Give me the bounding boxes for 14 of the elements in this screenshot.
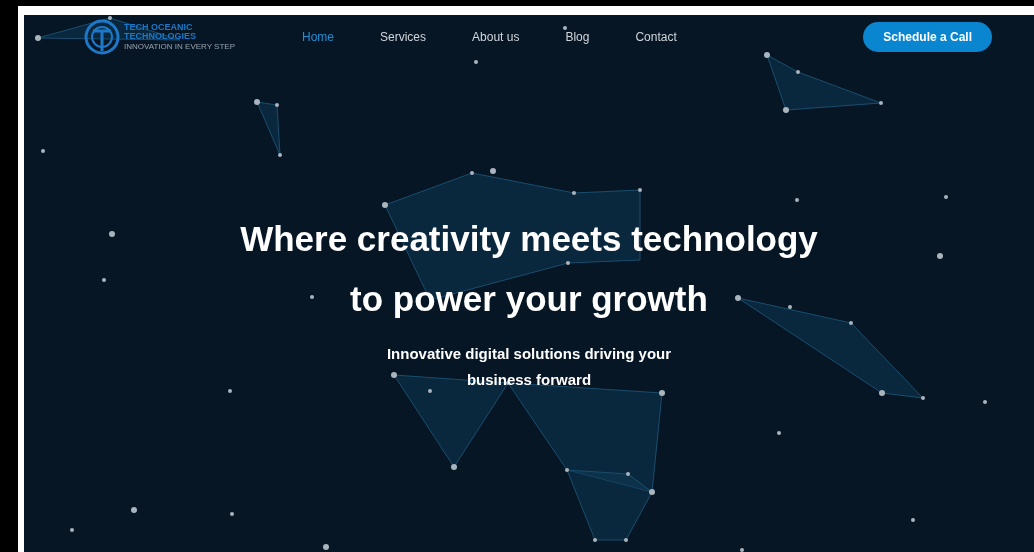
logo-tagline: INNOVATION IN EVERY STEP xyxy=(124,42,235,51)
nav-link[interactable]: Blog xyxy=(565,28,590,46)
logo-icon xyxy=(84,19,120,55)
nav-link[interactable]: About us xyxy=(472,28,520,46)
logo-name: TECH OCEANIC xyxy=(124,23,194,32)
nav-link[interactable]: Contact xyxy=(635,28,677,46)
hero-title: Where creativity meets technology xyxy=(240,218,818,260)
schedule-call-button[interactable]: Schedule a Call xyxy=(863,22,992,52)
hero-subtitle: business forward xyxy=(466,370,592,390)
hero-subtitle: Innovative digital solutions driving your xyxy=(386,344,672,364)
nav-link[interactable]: Home xyxy=(302,28,334,46)
hero-title: to power your growth xyxy=(350,278,708,320)
nav-link[interactable]: Services xyxy=(380,28,427,46)
logo-name: TECHNOLOGIES xyxy=(124,32,197,41)
